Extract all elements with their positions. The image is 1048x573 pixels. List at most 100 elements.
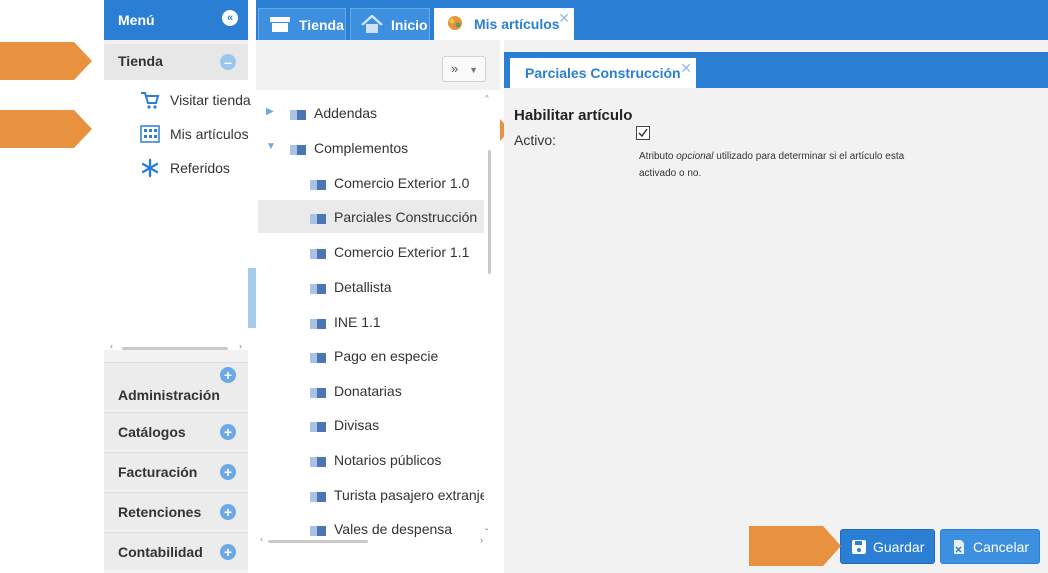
- tab-label: Mis artículos: [474, 16, 560, 32]
- tree-node-label: Parciales Construcción: [334, 209, 478, 225]
- panel-splitter[interactable]: [248, 268, 256, 328]
- sidebar-section-facturacion[interactable]: Facturación +: [104, 452, 248, 490]
- annotation-arrow: [0, 110, 92, 148]
- node-icon: [310, 214, 326, 224]
- save-button[interactable]: Guardar: [840, 529, 935, 564]
- tree-node-label: Detallista: [334, 279, 392, 295]
- sidebar-section-label: Catálogos: [118, 424, 186, 440]
- sidebar-horizontal-scrollbar[interactable]: ‹ ›: [110, 341, 242, 351]
- node-icon: [310, 180, 326, 190]
- tab-label: Tienda: [299, 17, 344, 33]
- form-panel: Parciales Construcción ✕ Habilitar artíc…: [504, 40, 1048, 573]
- sidebar-item-label: Referidos: [170, 160, 230, 176]
- node-icon: [310, 526, 326, 536]
- tree-node-label: Donatarias: [334, 383, 402, 399]
- field-help-text: Atributo opcional utilizado para determi…: [639, 148, 929, 182]
- expand-section-icon[interactable]: +: [220, 367, 236, 383]
- cancel-button[interactable]: Cancelar: [940, 529, 1040, 564]
- sidebar-section-label: Retenciones: [118, 504, 202, 520]
- tree-node-comercio-exterior-11[interactable]: Comercio Exterior 1.1: [256, 237, 484, 267]
- tree-node-addendas[interactable]: ▶ Addendas: [256, 98, 484, 128]
- tree-node-notarios-publicos[interactable]: Notarios públicos: [256, 445, 484, 475]
- node-icon: [310, 319, 326, 329]
- home-icon: [361, 15, 383, 33]
- annotation-arrow: [0, 42, 92, 80]
- sidebar-section-administracion[interactable]: Administración +: [104, 362, 248, 410]
- tree-node-pago-en-especie[interactable]: Pago en especie: [256, 341, 484, 371]
- sidebar: Menú « Tienda – Visitar tienda Mis artíc…: [104, 0, 251, 573]
- expand-menu-button[interactable]: » ▼: [442, 56, 486, 82]
- tree-node-label: Divisas: [334, 417, 380, 433]
- node-icon: [310, 284, 326, 294]
- tree-node-label: INE 1.1: [334, 314, 381, 330]
- cancel-document-icon: [954, 540, 964, 554]
- sidebar-header: Menú «: [104, 0, 248, 40]
- scroll-up-icon[interactable]: ^: [485, 94, 489, 103]
- tree-vertical-scrollbar[interactable]: [488, 150, 491, 274]
- node-icon: [310, 249, 326, 259]
- tree-node-donatarias[interactable]: Donatarias: [256, 376, 484, 406]
- tree-node-parciales-construccion[interactable]: Parciales Construcción: [258, 200, 484, 233]
- tab-mis-articulos[interactable]: Mis artículos ✕: [434, 8, 574, 40]
- expand-section-icon[interactable]: +: [220, 424, 236, 440]
- scroll-right-icon[interactable]: ›: [480, 535, 483, 545]
- sidebar-section-label: Tienda: [118, 53, 163, 69]
- tree-panel: » ▼ ▶ Addendas ▼ Complementos Comercio E…: [256, 40, 500, 573]
- sidebar-section-label: Facturación: [118, 464, 198, 480]
- node-icon: [310, 388, 326, 398]
- collapse-section-icon[interactable]: –: [220, 54, 236, 70]
- tree-node-label: Addendas: [314, 105, 378, 121]
- cart-icon: [141, 92, 160, 109]
- caret-down-icon: ▼: [469, 65, 478, 75]
- scroll-left-icon[interactable]: ‹: [110, 341, 113, 351]
- close-tab-icon[interactable]: ✕: [680, 60, 692, 77]
- sidebar-item-label: Mis artículos: [170, 126, 249, 142]
- activo-checkbox[interactable]: [636, 126, 650, 140]
- tree-node-label: Comercio Exterior 1.0: [334, 175, 470, 191]
- section-title: Habilitar artículo: [514, 107, 633, 124]
- checkmark-icon: [638, 128, 648, 138]
- floppy-disk-icon: [852, 540, 866, 554]
- sidebar-section-tienda[interactable]: Tienda –: [104, 44, 248, 80]
- tree-node-label: Notarios públicos: [334, 452, 442, 468]
- tree-node-label: Pago en especie: [334, 348, 439, 364]
- scrollbar-thumb[interactable]: [122, 347, 228, 350]
- tree-node-divisas[interactable]: Divisas: [256, 410, 484, 440]
- tab-parciales-construccion[interactable]: Parciales Construcción ✕: [510, 58, 696, 88]
- node-icon: [290, 110, 306, 120]
- sidebar-section-retenciones[interactable]: Retenciones +: [104, 492, 248, 530]
- tree-horizontal-scrollbar[interactable]: [268, 540, 368, 543]
- caret-right-icon[interactable]: ▶: [266, 106, 274, 117]
- sidebar-section-catalogos[interactable]: Catálogos +: [104, 412, 248, 450]
- scroll-left-icon[interactable]: ‹: [260, 534, 263, 544]
- asterisk-icon: [141, 158, 159, 178]
- scroll-right-icon[interactable]: ›: [239, 341, 242, 351]
- sidebar-item-label: Visitar tienda: [170, 92, 251, 108]
- tree-node-complementos[interactable]: ▼ Complementos: [256, 133, 484, 163]
- tree-node-comercio-exterior-10[interactable]: Comercio Exterior 1.0: [256, 168, 484, 198]
- tab-inicio[interactable]: Inicio: [350, 8, 430, 40]
- activo-label: Activo:: [514, 132, 557, 148]
- annotation-arrow: [749, 526, 841, 566]
- caret-down-icon[interactable]: ▼: [266, 141, 276, 152]
- tree-node-ine-11[interactable]: INE 1.1: [256, 307, 484, 337]
- node-icon: [310, 353, 326, 363]
- help-text: Atributo: [639, 151, 677, 162]
- close-tab-icon[interactable]: ✕: [558, 10, 570, 27]
- node-icon: [310, 457, 326, 467]
- expand-section-icon[interactable]: +: [220, 504, 236, 520]
- expand-section-icon[interactable]: +: [220, 544, 236, 560]
- collapse-sidebar-icon[interactable]: «: [222, 10, 238, 26]
- tab-label: Parciales Construcción: [525, 65, 681, 81]
- tree-toolbar: » ▼: [256, 40, 500, 90]
- tree-node-label: Turista pasajero extranjei: [334, 487, 484, 503]
- node-icon: [290, 145, 306, 155]
- scroll-down-icon[interactable]: ˇ: [485, 528, 488, 539]
- sidebar-section-label: Administración: [118, 387, 220, 403]
- tab-tienda[interactable]: Tienda: [258, 8, 346, 40]
- tree-node-turista-pasajero-extranjero[interactable]: Turista pasajero extranjei: [256, 480, 484, 510]
- sidebar-section-contabilidad[interactable]: Contabilidad +: [104, 532, 248, 570]
- tree-node-detallista[interactable]: Detallista: [256, 272, 484, 302]
- expand-section-icon[interactable]: +: [220, 464, 236, 480]
- store-icon: [270, 17, 290, 32]
